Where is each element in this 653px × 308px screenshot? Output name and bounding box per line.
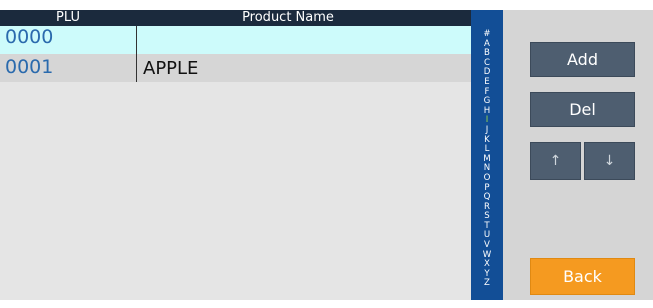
cell-product-name — [136, 26, 471, 54]
add-button[interactable]: Add — [530, 42, 635, 77]
table-row[interactable]: 0001 APPLE — [0, 54, 471, 82]
alphabet-index-strip[interactable]: # A B C D E F G H I J K L M N O P Q R S T U V W X Y Z — [471, 10, 503, 300]
back-button[interactable]: Back — [530, 258, 635, 295]
column-header-plu: PLU — [56, 10, 80, 25]
table-header: PLU Product Name — [0, 10, 471, 26]
alphabet-letter-z[interactable]: Z — [471, 279, 503, 289]
delete-button[interactable]: Del — [530, 92, 635, 127]
alphabet-letters: # A B C D E F G H I J K L M N O P Q R S T U V W X Y Z — [471, 29, 503, 289]
plu-table: PLU Product Name 0000 0001 APPLE — [0, 10, 471, 300]
scroll-up-button[interactable]: ↑ — [530, 142, 581, 180]
cell-plu: 0000 — [5, 26, 54, 48]
column-header-product-name: Product Name — [242, 10, 334, 25]
cell-product-name: APPLE — [136, 54, 471, 82]
table-row[interactable]: 0000 — [0, 26, 471, 54]
scroll-down-button[interactable]: ↓ — [584, 142, 635, 180]
cell-plu: 0001 — [5, 56, 54, 78]
